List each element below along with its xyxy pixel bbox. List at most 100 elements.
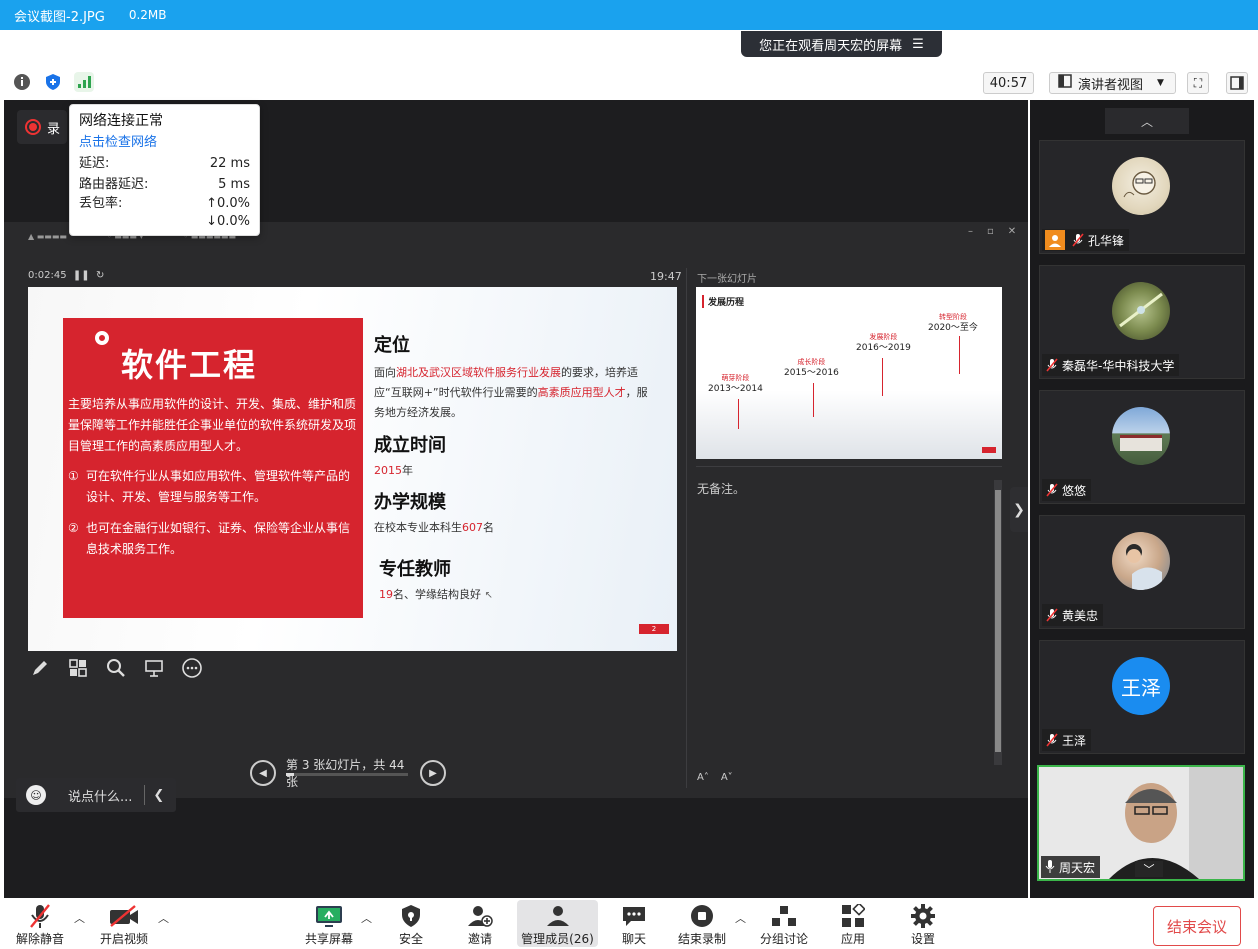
participant-tile[interactable]: 孔华锋 <box>1039 140 1245 254</box>
share-screen-icon <box>315 902 343 930</box>
host-icon <box>1045 230 1065 250</box>
restore-icon[interactable]: ▫ <box>987 226 994 237</box>
slide-item-1: ① 可在软件行业从事如应用软件、管理软件等产品的设计、开发、管理与服务等工作。 <box>68 469 351 504</box>
elapsed-timer: 0:02:45 ❚❚ ↻ <box>28 270 105 281</box>
thumb-stage-1: 萌芽阶段 2013～2014 <box>708 374 763 394</box>
participant-tile[interactable]: 秦磊华-华中科技大学 <box>1039 265 1245 379</box>
record-icon <box>25 119 41 135</box>
avatar-initials: 王泽 <box>1112 657 1170 715</box>
shield-icon[interactable] <box>43 72 63 92</box>
mic-on-icon <box>1044 859 1056 876</box>
previous-slide-icon[interactable]: ◀ <box>250 760 276 786</box>
emoji-icon[interactable]: ☺ <box>26 785 46 805</box>
manage-members-button[interactable]: 管理成员(26) <box>517 900 598 947</box>
notes-scrollbar[interactable] <box>994 480 1002 765</box>
close-icon[interactable]: ✕ <box>1008 226 1016 237</box>
breakout-icon <box>771 902 797 930</box>
avatar <box>1112 282 1170 340</box>
mic-muted-icon <box>28 902 52 930</box>
sidebar-toggle-icon[interactable] <box>1226 72 1248 94</box>
thumb-line-3 <box>882 358 883 396</box>
thumb-line-2 <box>813 383 814 417</box>
record-options-chevron-icon[interactable]: ︿ <box>735 910 746 926</box>
gallery-toggle-icon[interactable]: ❯ <box>1010 487 1028 532</box>
stop-recording-button[interactable]: 结束录制 <box>678 902 726 947</box>
current-slide: 软件工程 主要培养从事应用软件的设计、开发、集成、维护和质量保障等工作并能胜任企… <box>28 287 677 651</box>
slide-section-scale: 办学规模 在校本专业本科生607名 <box>374 492 494 534</box>
stop-record-icon <box>689 902 715 930</box>
speaker-notes: 无备注。 <box>697 482 746 496</box>
avatar <box>1112 157 1170 215</box>
slide-section-founded: 成立时间 2015年 <box>374 435 446 477</box>
signal-icon[interactable] <box>74 72 94 92</box>
slide-section-positioning: 定位 面向湖北及武汉区域软件服务行业发展的要求，培养适应“互联网+”时代软件行业… <box>374 335 648 419</box>
slide-title: 软件工程 <box>121 346 258 384</box>
thumb-stage-4: 转型阶段 2020～至今 <box>928 313 978 333</box>
invite-button[interactable]: 邀请 <box>467 902 493 947</box>
mic-off-icon <box>1045 733 1059 747</box>
minimize-icon[interactable]: – <box>968 226 973 237</box>
notes-scroll-thumb[interactable] <box>995 490 1001 752</box>
more-options-icon[interactable] <box>180 656 204 680</box>
gallery-scroll-up-icon[interactable]: ︿ <box>1105 108 1189 134</box>
check-network-link[interactable]: 点击检查网络 <box>79 131 250 150</box>
breakout-rooms-button[interactable]: 分组讨论 <box>760 902 808 947</box>
font-decrease-icon[interactable]: A˅ <box>721 772 733 783</box>
apps-icon <box>841 902 865 930</box>
presenter-tools <box>28 656 204 680</box>
start-video-button[interactable]: 开启视频 <box>100 902 148 947</box>
network-title: 网络连接正常 <box>79 113 163 129</box>
participant-tile[interactable]: 悠悠 <box>1039 390 1245 504</box>
meeting-timer: 40:57 <box>983 72 1034 94</box>
mic-off-icon <box>1045 608 1059 622</box>
quick-chat-bar[interactable]: ☺ 说点什么... ❮ <box>16 778 176 812</box>
presenter-divider <box>686 268 687 788</box>
next-slide-thumbnail[interactable]: 发展历程 萌芽阶段 2013～2014 成长阶段 2015～2016 发展阶段 201… <box>696 287 1002 459</box>
next-slide-label: 下一张幻灯片 <box>697 274 757 285</box>
chat-button[interactable]: 聊天 <box>621 902 647 947</box>
meeting-controls: 解除静音 ︿ 开启视频 ︿ 共享屏幕 ︿ 安全 邀请 管理成员(26) 聊天 结… <box>0 898 1258 949</box>
apps-button[interactable]: 应用 <box>841 902 865 947</box>
screen-pointer-icon[interactable] <box>142 656 166 680</box>
mic-off-icon <box>1045 358 1059 372</box>
presenter-tool-1-icon[interactable]: ▲ ▬▬▬▬ <box>28 232 67 241</box>
participant-name-tag: 孔华锋 <box>1042 229 1130 251</box>
share-options-chevron-icon[interactable]: ︿ <box>361 910 372 926</box>
video-options-chevron-icon[interactable]: ︿ <box>158 910 169 926</box>
recording-indicator[interactable]: 录 <box>17 110 67 144</box>
info-icon[interactable] <box>12 72 32 92</box>
chat-placeholder[interactable]: 说点什么... <box>68 786 132 805</box>
slides-grid-icon[interactable] <box>66 656 90 680</box>
fullscreen-icon[interactable]: ⛶ <box>1187 72 1209 94</box>
mic-off-icon <box>1071 233 1085 247</box>
chevron-left-icon[interactable]: ❮ <box>153 788 164 803</box>
gallery-scroll-down-icon[interactable]: ﹀ <box>1135 861 1163 877</box>
slide-counter: 第 3 张幻灯片，共 44 张 <box>286 756 410 790</box>
audio-options-chevron-icon[interactable]: ︿ <box>74 910 85 926</box>
meeting-topbar: 40:57 演讲者视图 ▼ ⛶ <box>0 64 1258 100</box>
file-size: 0.2MB <box>128 8 167 22</box>
font-increase-icon[interactable]: A˄ <box>697 772 709 783</box>
screen-share-banner[interactable]: 您正在观看周天宏的屏幕 ☰ <box>741 31 942 57</box>
end-meeting-button[interactable]: 结束会议 <box>1153 906 1241 946</box>
menu-icon[interactable]: ☰ <box>912 37 924 52</box>
participant-name-tag: 悠悠 <box>1042 479 1092 501</box>
gear-icon <box>910 902 936 930</box>
participant-name-tag: 秦磊华-华中科技大学 <box>1042 354 1180 376</box>
slide-red-panel: 软件工程 主要培养从事应用软件的设计、开发、集成、维护和质量保障等工作并能胜任企… <box>63 318 363 618</box>
share-screen-button[interactable]: 共享屏幕 <box>305 902 353 947</box>
participant-tile[interactable]: 黄美忠 <box>1039 515 1245 629</box>
settings-button[interactable]: 设置 <box>910 902 936 947</box>
pen-icon[interactable] <box>28 656 52 680</box>
security-button[interactable]: 安全 <box>399 902 423 947</box>
participant-tile-speaking[interactable]: 周天宏 ﹀ <box>1037 765 1245 881</box>
thumb-line-1 <box>738 399 739 429</box>
packet-loss-down: ↓0.0% <box>206 214 250 229</box>
unmute-button[interactable]: 解除静音 <box>16 902 64 947</box>
participant-tile[interactable]: 王泽 王泽 <box>1039 640 1245 754</box>
next-slide-icon[interactable]: ▶ <box>420 760 446 786</box>
zoom-icon[interactable] <box>104 656 128 680</box>
avatar <box>1112 532 1170 590</box>
speaker-view-dropdown[interactable]: 演讲者视图 ▼ <box>1049 72 1176 94</box>
add-user-icon <box>467 902 493 930</box>
